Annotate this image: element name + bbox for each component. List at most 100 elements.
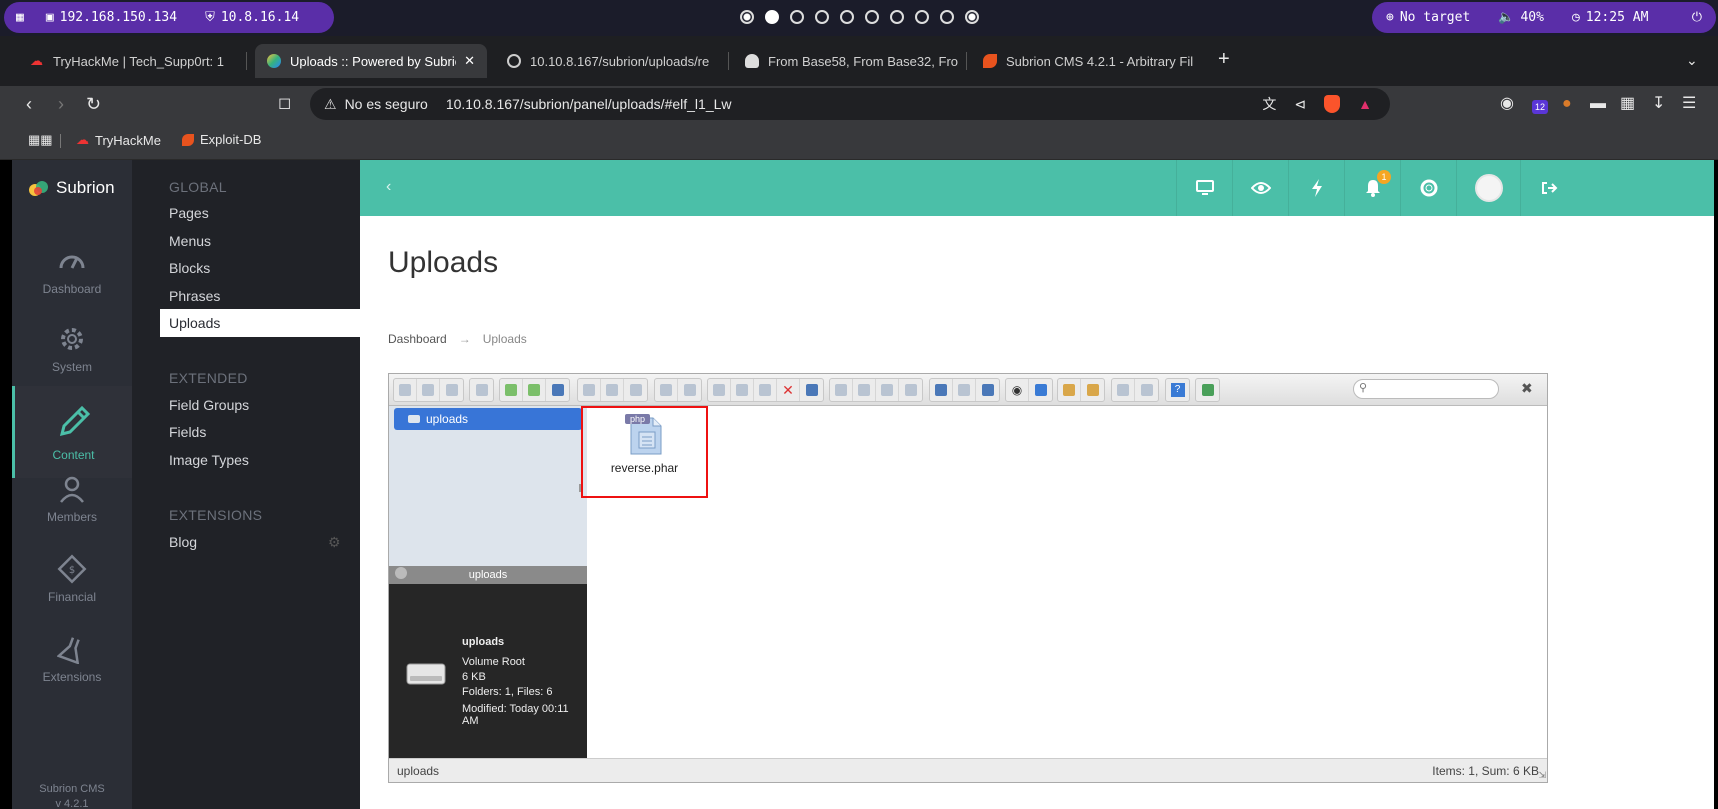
back-icon[interactable] xyxy=(394,379,417,401)
url-bar[interactable]: ⚠ No es seguro 10.10.8.167/subrion/panel… xyxy=(310,88,1390,120)
rail-system[interactable]: System xyxy=(12,310,132,396)
resize-grip-icon[interactable]: ⇲ xyxy=(1538,770,1546,781)
duplicate-icon[interactable] xyxy=(830,379,853,401)
up-icon[interactable] xyxy=(440,379,463,401)
sort-icon[interactable] xyxy=(1135,379,1158,401)
translate-icon[interactable]: 文 xyxy=(1262,94,1276,114)
copy-icon[interactable] xyxy=(708,379,731,401)
bookmark-exploit-db[interactable]: Exploit-DB xyxy=(182,132,261,147)
subnav-item-uploads[interactable]: Uploads xyxy=(160,309,360,337)
bookmark-tryhackme[interactable]: ☁ TryHackMe xyxy=(76,132,161,148)
view-icon[interactable] xyxy=(1112,379,1135,401)
security-label[interactable]: No es seguro xyxy=(345,96,428,112)
select-all-icon[interactable] xyxy=(1058,379,1081,401)
extract-icon[interactable] xyxy=(930,379,953,401)
apps-grid-icon[interactable]: ▦ xyxy=(16,10,24,25)
subnav-item-field-groups[interactable]: Field Groups xyxy=(160,391,360,419)
resize-icon[interactable] xyxy=(899,379,922,401)
workspace-5[interactable] xyxy=(840,10,854,24)
quick-actions-button[interactable] xyxy=(1288,160,1344,216)
workspace-2[interactable] xyxy=(765,10,779,24)
tab-uploads[interactable]: Uploads :: Powered by Subrion ✕ xyxy=(255,44,487,78)
workspace-9[interactable] xyxy=(940,10,954,24)
close-icon[interactable]: ✖ xyxy=(1521,380,1533,397)
home-icon[interactable] xyxy=(470,379,493,401)
network-pill[interactable]: ▦ ▣ 192.168.150.134 ⛨ 10.8.16.14 xyxy=(4,2,334,33)
workspace-10[interactable] xyxy=(965,10,979,24)
volume-status[interactable]: 🔈 40% xyxy=(1498,10,1544,25)
breadcrumb-dashboard[interactable]: Dashboard xyxy=(388,332,447,346)
paste-icon[interactable] xyxy=(754,379,777,401)
back-arrow-icon[interactable]: ‹ xyxy=(26,94,32,114)
notifications-button[interactable]: 1 xyxy=(1344,160,1400,216)
getfile-icon[interactable] xyxy=(624,379,647,401)
rail-extensions[interactable]: Extensions xyxy=(12,620,132,706)
tree-item-uploads[interactable]: uploads xyxy=(394,408,582,430)
forward-icon[interactable] xyxy=(417,379,440,401)
blog-settings-gear-icon[interactable]: ⚙ xyxy=(328,534,341,551)
subrion-logo[interactable]: Subrion xyxy=(28,178,115,198)
delete-icon[interactable]: ✕ xyxy=(777,379,800,401)
share-icon[interactable]: ⊲ xyxy=(1294,96,1306,113)
workspace-8[interactable] xyxy=(915,10,929,24)
edit-icon[interactable] xyxy=(876,379,899,401)
tab-exploit-db[interactable]: Subrion CMS 4.2.1 - Arbitrary Fil xyxy=(971,44,1199,78)
workspace-3[interactable] xyxy=(790,10,804,24)
mkdir-icon[interactable] xyxy=(500,379,523,401)
open-icon[interactable] xyxy=(578,379,601,401)
warning-triangle-icon[interactable]: ⚠ xyxy=(324,96,337,113)
new-tab-plus-icon[interactable]: + xyxy=(1218,49,1230,69)
menu-icon[interactable]: ☰ xyxy=(1682,94,1696,114)
target-status[interactable]: ⊕ No target xyxy=(1386,10,1470,25)
subnav-item-fields[interactable]: Fields xyxy=(160,418,360,446)
subnav-item-blocks[interactable]: Blocks xyxy=(160,254,360,282)
tab-tryhackme[interactable]: ☁ TryHackMe | Tech_Supp0rt: 1 xyxy=(18,44,246,78)
puzzle-icon[interactable]: ▦ xyxy=(1620,94,1635,114)
help-icon[interactable]: ? xyxy=(1166,379,1189,401)
workspace-1[interactable] xyxy=(740,10,754,24)
extension-badge[interactable]: 12 xyxy=(1532,100,1548,114)
workspace-switcher[interactable] xyxy=(740,10,979,24)
workspace-7[interactable] xyxy=(890,10,904,24)
download-icon[interactable]: ↧ xyxy=(1652,94,1665,114)
mkfile-icon[interactable] xyxy=(523,379,546,401)
undo-icon[interactable] xyxy=(655,379,678,401)
fullscreen-icon[interactable] xyxy=(1196,379,1219,401)
brave-rewards-icon[interactable]: ▲ xyxy=(1358,96,1372,112)
close-tab-icon[interactable]: ✕ xyxy=(456,53,475,69)
tab-list-chevron-icon[interactable]: ⌄ xyxy=(1686,50,1698,70)
brave-shield-icon[interactable] xyxy=(1324,95,1341,113)
file-item-reverse-phar[interactable]: php reverse.phar xyxy=(581,406,708,498)
tab-uploads-dir[interactable]: 10.10.8.167/subrion/uploads/re xyxy=(495,44,723,78)
workspace-4[interactable] xyxy=(815,10,829,24)
search-files-icon[interactable] xyxy=(976,379,999,401)
logout-button[interactable] xyxy=(1520,160,1576,216)
spy-hat-icon[interactable]: ▬ xyxy=(1590,94,1606,114)
support-button[interactable] xyxy=(1400,160,1456,216)
bookmark-icon[interactable]: ◻ xyxy=(278,94,291,114)
quicklook-eye-icon[interactable]: ◉ xyxy=(1006,379,1029,401)
subnav-item-pages[interactable]: Pages xyxy=(160,199,360,227)
rail-financial[interactable]: $ Financial xyxy=(12,540,132,626)
forward-arrow-icon[interactable]: › xyxy=(58,94,64,114)
rename-icon[interactable] xyxy=(853,379,876,401)
power-icon[interactable]: ⏻ xyxy=(1692,10,1702,25)
info-toggle-icon[interactable] xyxy=(395,567,407,579)
view-site-button[interactable] xyxy=(1176,160,1232,216)
extension-cookie-icon[interactable]: ◉ xyxy=(1500,94,1514,114)
rail-dashboard[interactable]: Dashboard xyxy=(12,232,132,318)
apps-grid-icon[interactable]: ▦▦ xyxy=(28,132,53,148)
info-icon[interactable] xyxy=(1029,379,1052,401)
cookie-icon[interactable]: ● xyxy=(1562,94,1572,114)
archive-icon[interactable] xyxy=(953,379,976,401)
subnav-item-menus[interactable]: Menus xyxy=(160,227,360,255)
url-text[interactable]: 10.10.8.167/subrion/panel/uploads/#elf_l… xyxy=(446,96,732,112)
user-menu-button[interactable] xyxy=(1456,160,1520,216)
empty-icon[interactable] xyxy=(800,379,823,401)
subnav-item-phrases[interactable]: Phrases xyxy=(160,282,360,310)
redo-icon[interactable] xyxy=(678,379,701,401)
subnav-item-image-types[interactable]: Image Types xyxy=(160,446,360,474)
upload-icon[interactable] xyxy=(546,379,569,401)
download-icon[interactable] xyxy=(601,379,624,401)
cut-icon[interactable] xyxy=(731,379,754,401)
